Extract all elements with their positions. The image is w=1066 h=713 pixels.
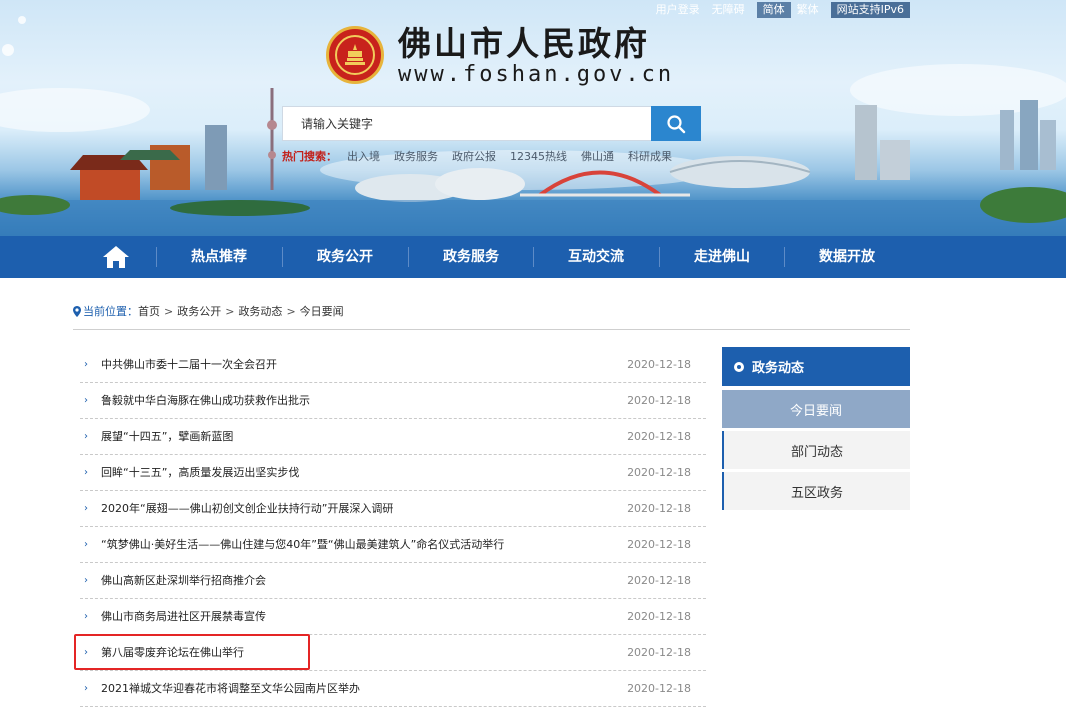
nav-item-hot-recommend[interactable]: 热点推荐 <box>157 236 281 278</box>
bullet-icon: › <box>84 503 88 514</box>
sidebar-heading-label: 政务动态 <box>752 361 805 376</box>
news-item[interactable]: › 鲁毅就中华白海豚在佛山成功获救作出批示 2020-12-18 <box>80 383 706 419</box>
main-navigation: 热点推荐 政务公开 政务服务 互动交流 走进佛山 数据开放 <box>0 236 1066 278</box>
breadcrumb-link[interactable]: 首页 <box>138 303 160 319</box>
top-utility-links: 用户登录 无障碍 简体 繁体 网站支持IPv6 <box>650 2 910 18</box>
hot-keyword[interactable]: 科研成果 <box>628 148 672 164</box>
bullet-icon: › <box>84 611 88 622</box>
news-title[interactable]: 鲁毅就中华白海豚在佛山成功获救作出批示 <box>101 383 310 419</box>
sidebar: 政务动态 今日要闻 部门动态 五区政务 <box>722 347 910 510</box>
site-title: 佛山市人民政府 <box>398 24 650 63</box>
bullet-icon: › <box>84 539 88 550</box>
bullet-icon: › <box>84 575 88 586</box>
hot-search-label: 热门搜索： <box>282 150 337 163</box>
hot-keyword[interactable]: 政府公报 <box>452 148 496 164</box>
hot-keyword[interactable]: 佛山通 <box>581 148 614 164</box>
search-button[interactable] <box>651 106 701 141</box>
news-date: 2020-12-18 <box>627 466 691 479</box>
hot-keyword[interactable]: 出入境 <box>347 148 380 164</box>
breadcrumb-separator: > <box>225 304 235 318</box>
news-item[interactable]: › 2021禅城文华迎春花市将调整至文华公园南片区举办 2020-12-18 <box>80 671 706 707</box>
accessibility-link[interactable]: 无障碍 <box>706 2 751 18</box>
news-item[interactable]: › 展望“十四五”，擘画新蓝图 2020-12-18 <box>80 419 706 455</box>
news-date: 2020-12-18 <box>627 358 691 371</box>
simplified-chinese-link[interactable]: 简体 <box>756 2 791 18</box>
home-button[interactable] <box>96 242 136 272</box>
site-url: www.foshan.gov.cn <box>398 62 675 87</box>
city-emblem-logo[interactable] <box>326 26 384 84</box>
nav-item-open-data[interactable]: 数据开放 <box>785 236 909 278</box>
news-date: 2020-12-18 <box>627 646 691 659</box>
news-title[interactable]: 中共佛山市委十二届十一次全会召开 <box>101 347 277 383</box>
bullet-icon: › <box>84 359 88 370</box>
news-item[interactable]: › 佛山市商务局进社区开展禁毒宣传 2020-12-18 <box>80 599 706 635</box>
breadcrumb-label: 当前位置： <box>83 305 138 318</box>
breadcrumb-current[interactable]: 今日要闻 <box>300 303 344 319</box>
breadcrumb-link[interactable]: 政务动态 <box>238 303 282 319</box>
news-title[interactable]: 2021禅城文华迎春花市将调整至文华公园南片区举办 <box>101 671 360 707</box>
news-date: 2020-12-18 <box>627 430 691 443</box>
bullet-icon: › <box>84 431 88 442</box>
sidebar-heading: 政务动态 <box>722 347 910 386</box>
hot-keyword[interactable]: 12345热线 <box>510 148 567 164</box>
bullet-icon: › <box>84 467 88 478</box>
search-icon <box>667 114 686 133</box>
nav-item-gov-services[interactable]: 政务服务 <box>409 236 533 278</box>
location-pin-icon <box>73 305 81 317</box>
breadcrumb-divider <box>73 329 910 330</box>
news-date: 2020-12-18 <box>627 682 691 695</box>
bullet-icon: › <box>84 395 88 406</box>
news-title[interactable]: 2020年“展翅——佛山初创文创企业扶持行动”开展深入调研 <box>101 491 393 527</box>
highlight-annotation-box <box>74 634 310 670</box>
news-title[interactable]: 回眸“十三五”，高质量发展迈出坚实步伐 <box>101 455 299 491</box>
search-bar <box>282 106 701 141</box>
news-item[interactable]: › 中共佛山市委十二届十一次全会召开 2020-12-18 <box>80 347 706 383</box>
search-input[interactable] <box>282 106 651 141</box>
ipv6-support-link[interactable]: 网站支持IPv6 <box>830 2 910 18</box>
news-date: 2020-12-18 <box>627 394 691 407</box>
news-title[interactable]: 佛山高新区赴深圳举行招商推介会 <box>101 563 266 599</box>
news-date: 2020-12-18 <box>627 574 691 587</box>
circle-bullet-icon <box>734 361 744 372</box>
hot-keyword[interactable]: 政务服务 <box>394 148 438 164</box>
header-banner: 用户登录 无障碍 简体 繁体 网站支持IPv6 佛山市人民政府 www.fosh… <box>0 0 1066 236</box>
news-item[interactable]: › “筑梦佛山·美好生活——佛山住建与您40年”暨“佛山最美建筑人”命名仪式活动… <box>80 527 706 563</box>
sidebar-item-district-affairs[interactable]: 五区政务 <box>722 472 910 510</box>
breadcrumb: 当前位置： 首页 > 政务公开 > 政务动态 > 今日要闻 <box>73 303 344 319</box>
breadcrumb-separator: > <box>164 304 174 318</box>
traditional-chinese-link[interactable]: 繁体 <box>791 2 825 18</box>
news-date: 2020-12-18 <box>627 538 691 551</box>
breadcrumb-separator: > <box>286 304 296 318</box>
login-link[interactable]: 用户登录 <box>650 2 706 18</box>
hot-search-keywords: 热门搜索： 出入境 政务服务 政府公报 12345热线 佛山通 科研成果 <box>282 148 686 164</box>
nav-item-about-foshan[interactable]: 走进佛山 <box>660 236 784 278</box>
emblem-icon <box>345 44 365 65</box>
news-date: 2020-12-18 <box>627 610 691 623</box>
nav-item-interaction[interactable]: 互动交流 <box>534 236 658 278</box>
bullet-icon: › <box>84 683 88 694</box>
nav-item-gov-affairs-open[interactable]: 政务公开 <box>283 236 407 278</box>
news-item[interactable]: › 佛山高新区赴深圳举行招商推介会 2020-12-18 <box>80 563 706 599</box>
news-title[interactable]: 展望“十四五”，擘画新蓝图 <box>101 419 233 455</box>
news-title[interactable]: “筑梦佛山·美好生活——佛山住建与您40年”暨“佛山最美建筑人”命名仪式活动举行 <box>101 527 504 563</box>
news-item[interactable]: › 回眸“十三五”，高质量发展迈出坚实步伐 2020-12-18 <box>80 455 706 491</box>
sidebar-item-today-news[interactable]: 今日要闻 <box>722 390 910 428</box>
news-date: 2020-12-18 <box>627 502 691 515</box>
sidebar-item-department-news[interactable]: 部门动态 <box>722 431 910 469</box>
breadcrumb-link[interactable]: 政务公开 <box>177 303 221 319</box>
news-title[interactable]: 佛山市商务局进社区开展禁毒宣传 <box>101 599 266 635</box>
home-icon <box>103 246 129 268</box>
news-item[interactable]: › 2020年“展翅——佛山初创文创企业扶持行动”开展深入调研 2020-12-… <box>80 491 706 527</box>
